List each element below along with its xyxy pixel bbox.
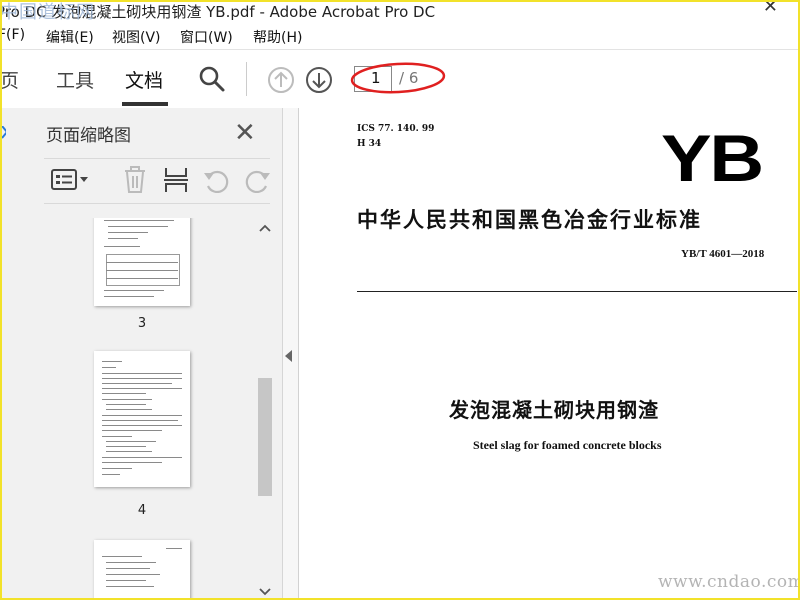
menu-edit[interactable]: 编辑(E) [46,27,94,47]
standard-number: YB/T 4601—2018 [681,248,765,260]
tab-home[interactable]: 页 [2,66,19,93]
thumbnail-options-icon[interactable] [50,167,90,197]
document-page: ICS 77. 140. 99 H 34 YB 中华人民共和国黑色冶金行业标准 … [298,108,798,598]
red-annotation-ellipse [350,62,446,94]
thumbnail-list[interactable]: 3 4 [44,218,254,598]
h-classification: H 34 [357,139,382,149]
menu-help[interactable]: 帮助(H) [253,27,302,47]
thumbnail-panel: 页面缩略图 ✕ 3 4 [6,108,283,598]
thumbnail-label-3: 3 [137,316,147,331]
yb-logo: YB [661,121,764,195]
menu-file[interactable]: F(F) [2,27,25,43]
thumbnail-page-4[interactable] [94,351,190,487]
site-watermark-top: 中国道标网 [0,2,95,23]
next-page-icon[interactable] [305,66,333,98]
scrollbar-thumb[interactable] [258,378,272,496]
tab-tools[interactable]: 工具 [56,66,94,93]
standard-heading: 中华人民共和国黑色冶金行业标准 [357,208,702,232]
toolbar-separator [246,62,247,96]
search-icon[interactable] [198,65,226,97]
prev-page-icon[interactable] [267,66,295,98]
title-bar: Pro DC 发泡混凝土砌块用钢渣 YB.pdf - Adobe Acrobat… [2,2,798,24]
main-toolbar: 页 工具 文档 1 / 6 [2,49,798,109]
thumbnail-toolbar [44,158,270,204]
insert-page-icon[interactable] [162,166,190,198]
scroll-down-icon[interactable] [256,586,274,598]
panel-close-button[interactable]: ✕ [234,118,256,148]
menu-window[interactable]: 窗口(W) [180,27,233,47]
header-rule [357,291,797,292]
rotate-left-icon[interactable] [202,167,230,197]
menu-view[interactable]: 视图(V) [112,27,161,47]
site-watermark-bottom: www.cndao.com [658,572,800,592]
active-tab-indicator [122,102,168,106]
panel-title: 页面缩略图 [46,126,131,146]
document-title-cn: 发泡混凝土砌块用钢渣 [449,398,659,422]
thumbnail-page-5[interactable] [94,540,190,598]
delete-page-icon[interactable] [122,166,148,198]
menu-bar: F(F) 编辑(E) 视图(V) 窗口(W) 帮助(H) [2,24,798,48]
window-close-button[interactable]: ✕ [763,2,778,17]
collapse-panel-icon[interactable] [285,350,292,362]
ics-code: ICS 77. 140. 99 [357,124,435,134]
thumbnail-page-3[interactable] [94,218,190,306]
tab-document[interactable]: 文档 [125,66,163,93]
document-title-en: Steel slag for foamed concrete blocks [473,438,662,452]
thumbnail-scrollbar[interactable] [256,218,274,598]
scroll-up-icon[interactable] [256,222,274,234]
thumbnail-label-4: 4 [137,503,147,518]
rotate-right-icon[interactable] [244,167,272,197]
screenshot-frame: Pro DC 发泡混凝土砌块用钢渣 YB.pdf - Adobe Acrobat… [0,0,800,600]
